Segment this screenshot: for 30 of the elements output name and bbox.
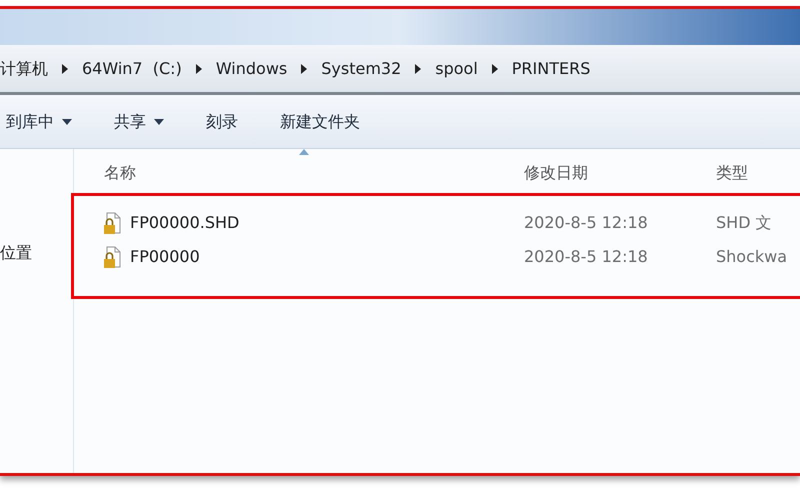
toolbar-button[interactable]: 共享 <box>108 106 170 138</box>
sidebar-item[interactable]: 位置 <box>0 241 73 265</box>
caret-icon <box>62 118 72 124</box>
type-cell-text: SHD 文 <box>716 212 773 234</box>
breadcrumb-item[interactable]: Windows <box>216 56 288 80</box>
toolbar-button[interactable]: 新建文件夹 <box>274 106 366 138</box>
column-header[interactable]: 名称 <box>104 149 524 189</box>
file-name[interactable]: FP00000.SHD <box>130 211 240 235</box>
breadcrumb-item[interactable]: 计算机 <box>0 56 48 80</box>
date-cell-text: 2020-8-5 12:18 <box>524 246 649 268</box>
breadcrumb-item[interactable]: 64Win7 (C:) <box>82 56 182 80</box>
sort-arrow-icon <box>299 149 309 155</box>
toolbar-button[interactable]: 到库中 <box>0 106 78 138</box>
arrow-icon[interactable] <box>492 64 498 74</box>
arrow-icon[interactable] <box>301 64 308 74</box>
locked-file-icon <box>104 212 122 234</box>
toolbar-button[interactable]: 刻录 <box>200 106 244 138</box>
file-name[interactable]: FP00000 <box>130 245 200 269</box>
breadcrumb-item[interactable]: spool <box>435 56 478 80</box>
breadcrumb-item[interactable]: PRINTERS <box>512 56 590 80</box>
type-cell-text: Shockwa <box>716 246 788 268</box>
caret-icon <box>154 118 164 124</box>
locked-file-icon <box>104 246 122 268</box>
column-header[interactable]: 类型 <box>716 149 800 189</box>
breadcrumb-item[interactable]: System32 <box>321 56 402 80</box>
column-header[interactable]: 修改日期 <box>524 149 716 189</box>
arrow-icon[interactable] <box>415 64 422 74</box>
arrow-icon[interactable] <box>196 64 202 74</box>
date-cell-text: 2020-8-5 12:18 <box>524 212 649 234</box>
arrow-icon[interactable] <box>62 64 68 74</box>
